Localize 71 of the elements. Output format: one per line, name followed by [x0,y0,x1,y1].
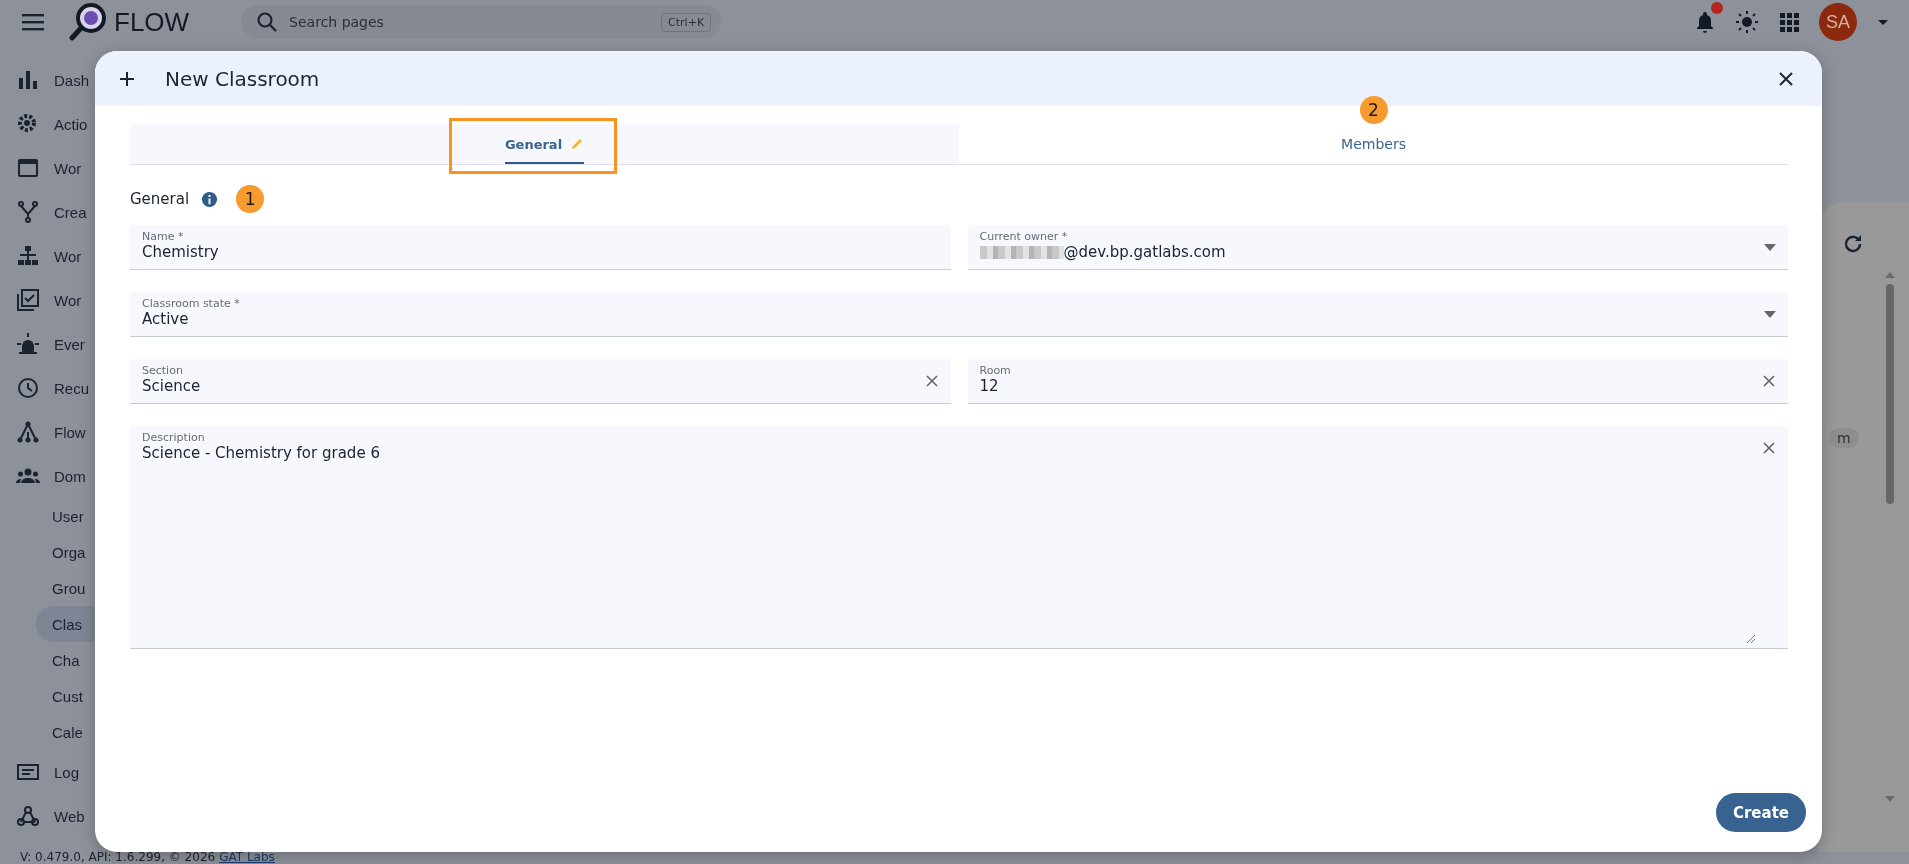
chip: m [1829,428,1859,448]
select-field[interactable]: Current owner * @dev.bp.gatlabs.com [967,225,1788,270]
sidebar-subitem[interactable]: Cust [36,678,94,714]
field-label: Section [142,364,184,377]
version-text: V: 0.479.0, API: 1.6.299, © 2026 [20,850,216,864]
step-badge: 1 [236,185,265,213]
nodes-icon [16,420,40,444]
sidebar-item[interactable]: Flow [0,410,94,454]
input-field[interactable]: Room 12 [967,359,1788,404]
app-name: FLOW [114,6,190,38]
sidebar-item[interactable]: Wor [0,278,94,322]
plus-icon [119,70,135,87]
webhook-icon [16,804,40,828]
hierarchy-icon [16,244,40,268]
field-value: @dev.bp.gatlabs.com [1063,243,1226,261]
textarea-field[interactable]: Description Science - Chemistry for grade 6 [130,426,1788,649]
sidebar-subitem[interactable]: Orga [36,534,94,570]
sidebar-item[interactable]: Recu [0,366,94,410]
input-field[interactable]: Name * Chemistry [130,225,951,270]
resize-handle-icon[interactable] [1746,634,1756,644]
sidebar-subitem[interactable]: Cale [36,714,94,750]
apps-grid-icon[interactable] [1777,10,1801,34]
close-icon [1778,70,1794,87]
gat-labs-link[interactable]: GAT Labs [219,850,275,864]
sidebar-item[interactable]: Dash [0,58,94,102]
menu-icon[interactable] [22,13,44,31]
checklist-icon [16,288,40,312]
field-label: Name * [142,230,185,243]
sidebar-subitem[interactable]: Grou [36,570,94,606]
step-badge: 2 [1359,96,1388,124]
avatar[interactable]: SA [1819,3,1857,41]
sidebar-item[interactable]: Wor [0,146,94,190]
clear-icon[interactable] [924,374,939,388]
field-value: Chemistry [142,243,219,261]
sidebar-item[interactable]: Crea [0,190,94,234]
sidebar-item[interactable]: Log [0,750,94,794]
bar-chart-icon [16,68,40,92]
field-value: Science - Chemistry for grade 6 [142,444,380,462]
sidebar-subitem[interactable]: Cha [36,642,94,678]
field-value: Science [142,377,201,395]
alarm-light-icon [16,332,40,356]
select-field[interactable]: Classroom state * Active [130,292,1788,337]
input-field[interactable]: Section Science [130,359,951,404]
sidebar-item[interactable]: Ever [0,322,94,366]
info-icon[interactable] [201,190,219,208]
sidebar-item[interactable]: Web [0,794,94,838]
sidebar-item[interactable]: Wor [0,234,94,278]
sidebar-subitem[interactable]: Clas [36,606,94,642]
branch-icon [16,200,40,224]
section-title: General [130,190,190,208]
field-label: Classroom state * [142,297,241,310]
dropdown-caret-icon[interactable] [1764,244,1776,251]
magnifier-logo-icon [68,2,108,42]
field-value: 12 [979,377,999,395]
tab[interactable]: General [130,124,959,164]
field-label: Room [979,364,1012,377]
create-button[interactable]: Create [1715,793,1806,832]
field-value: Active [142,310,189,328]
window-icon [16,156,40,180]
clear-icon[interactable] [1762,441,1776,455]
sidebar-subitem[interactable]: User [36,498,94,534]
field-label: Current owner * [979,230,1069,243]
clock-icon [16,376,40,400]
shortcut-hint: Ctrl+K [661,13,712,32]
sun-icon[interactable] [1735,10,1759,34]
clear-icon[interactable] [1762,374,1776,388]
field-label: Description [142,431,206,444]
sidebar-item[interactable]: Actio [0,102,94,146]
dialog-title: New Classroom [165,66,320,91]
sidebar-item[interactable]: Dom [0,454,94,498]
dropdown-caret-icon[interactable] [1764,311,1776,318]
